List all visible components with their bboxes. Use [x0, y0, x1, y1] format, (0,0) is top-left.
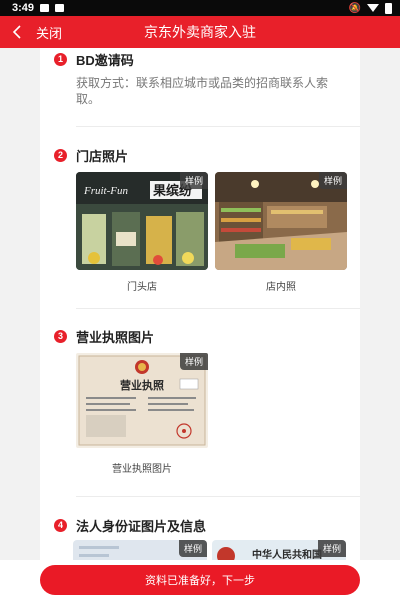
license-heading: 营业执照 — [120, 378, 164, 392]
step-number-badge: 3 — [54, 329, 67, 343]
step-number-badge: 2 — [54, 148, 67, 162]
id-card-heading: 中华人民共和国 — [252, 548, 322, 560]
sample-tag: 样例 — [318, 172, 347, 189]
gallery-notification-icon — [40, 4, 50, 12]
section-legal-rep-id: 4 法人身份证图片及信息 — [40, 515, 360, 535]
sample-tag: 样例 — [317, 540, 346, 557]
section-header: 1 BD邀请码 — [40, 49, 360, 69]
section-title: 法人身份证图片及信息 — [76, 518, 207, 534]
close-button[interactable]: 关闭 — [36, 23, 62, 42]
sample-tag: 样例 — [179, 172, 208, 189]
divider — [76, 308, 360, 309]
bottom-action-bar: 资料已准备好，下一步 — [0, 560, 400, 600]
storefront-sign-en: Fruit-Fun — [83, 185, 128, 197]
id-card-back-sample[interactable]: 中华人民共和国 样例 — [212, 540, 346, 560]
status-time: 3:49 — [12, 2, 35, 14]
photo-caption-interior: 店内照 — [266, 282, 296, 293]
section-header: 3 营业执照图片 — [40, 326, 360, 346]
nav-bar: 关闭 京东外卖商家入驻 — [0, 16, 400, 48]
sample-tag: 样例 — [178, 540, 207, 557]
section-business-license: 3 营业执照图片 — [40, 326, 360, 346]
app-notification-icon — [55, 4, 65, 12]
back-button[interactable] — [12, 25, 34, 39]
section-title: 门店照片 — [76, 148, 129, 164]
status-bar: 3:49 🔕 — [0, 0, 400, 16]
next-step-button[interactable]: 资料已准备好，下一步 — [40, 565, 360, 595]
section-title: BD邀请码 — [76, 52, 134, 68]
step-number-badge: 1 — [54, 52, 67, 66]
wifi-icon — [367, 4, 379, 12]
section-title: 营业执照图片 — [76, 329, 155, 345]
id-card-front-sample[interactable]: 样例 — [73, 540, 207, 560]
mute-icon: 🔕 — [348, 2, 361, 14]
section-description: 获取方式：联系相应城市或品类的招商联系人索取。 — [76, 76, 329, 106]
business-license-sample[interactable]: 营业执照 样例 — [76, 353, 208, 448]
chevron-left-icon — [12, 25, 21, 39]
section-store-photos: 2 门店照片 — [40, 145, 360, 165]
storefront-photo-sample[interactable]: Fruit-Fun 果缤纷 样例 — [76, 172, 208, 270]
section-header: 4 法人身份证图片及信息 — [40, 515, 360, 535]
section-bd-invite-code: 1 BD邀请码 获取方式：联系相应城市或品类的招商联系人索取。 — [40, 48, 360, 107]
divider — [76, 126, 360, 127]
photo-caption-license: 营业执照图片 — [112, 464, 172, 475]
photo-caption-storefront: 门头店 — [127, 282, 157, 293]
interior-photo-sample[interactable]: 样例 — [215, 172, 347, 270]
battery-icon — [385, 2, 392, 14]
sample-tag: 样例 — [179, 353, 208, 370]
divider — [76, 496, 360, 497]
form-content[interactable]: 1 BD邀请码 获取方式：联系相应城市或品类的招商联系人索取。 2 门店照片 F… — [40, 48, 360, 560]
step-number-badge: 4 — [54, 518, 67, 532]
section-header: 2 门店照片 — [40, 145, 360, 165]
